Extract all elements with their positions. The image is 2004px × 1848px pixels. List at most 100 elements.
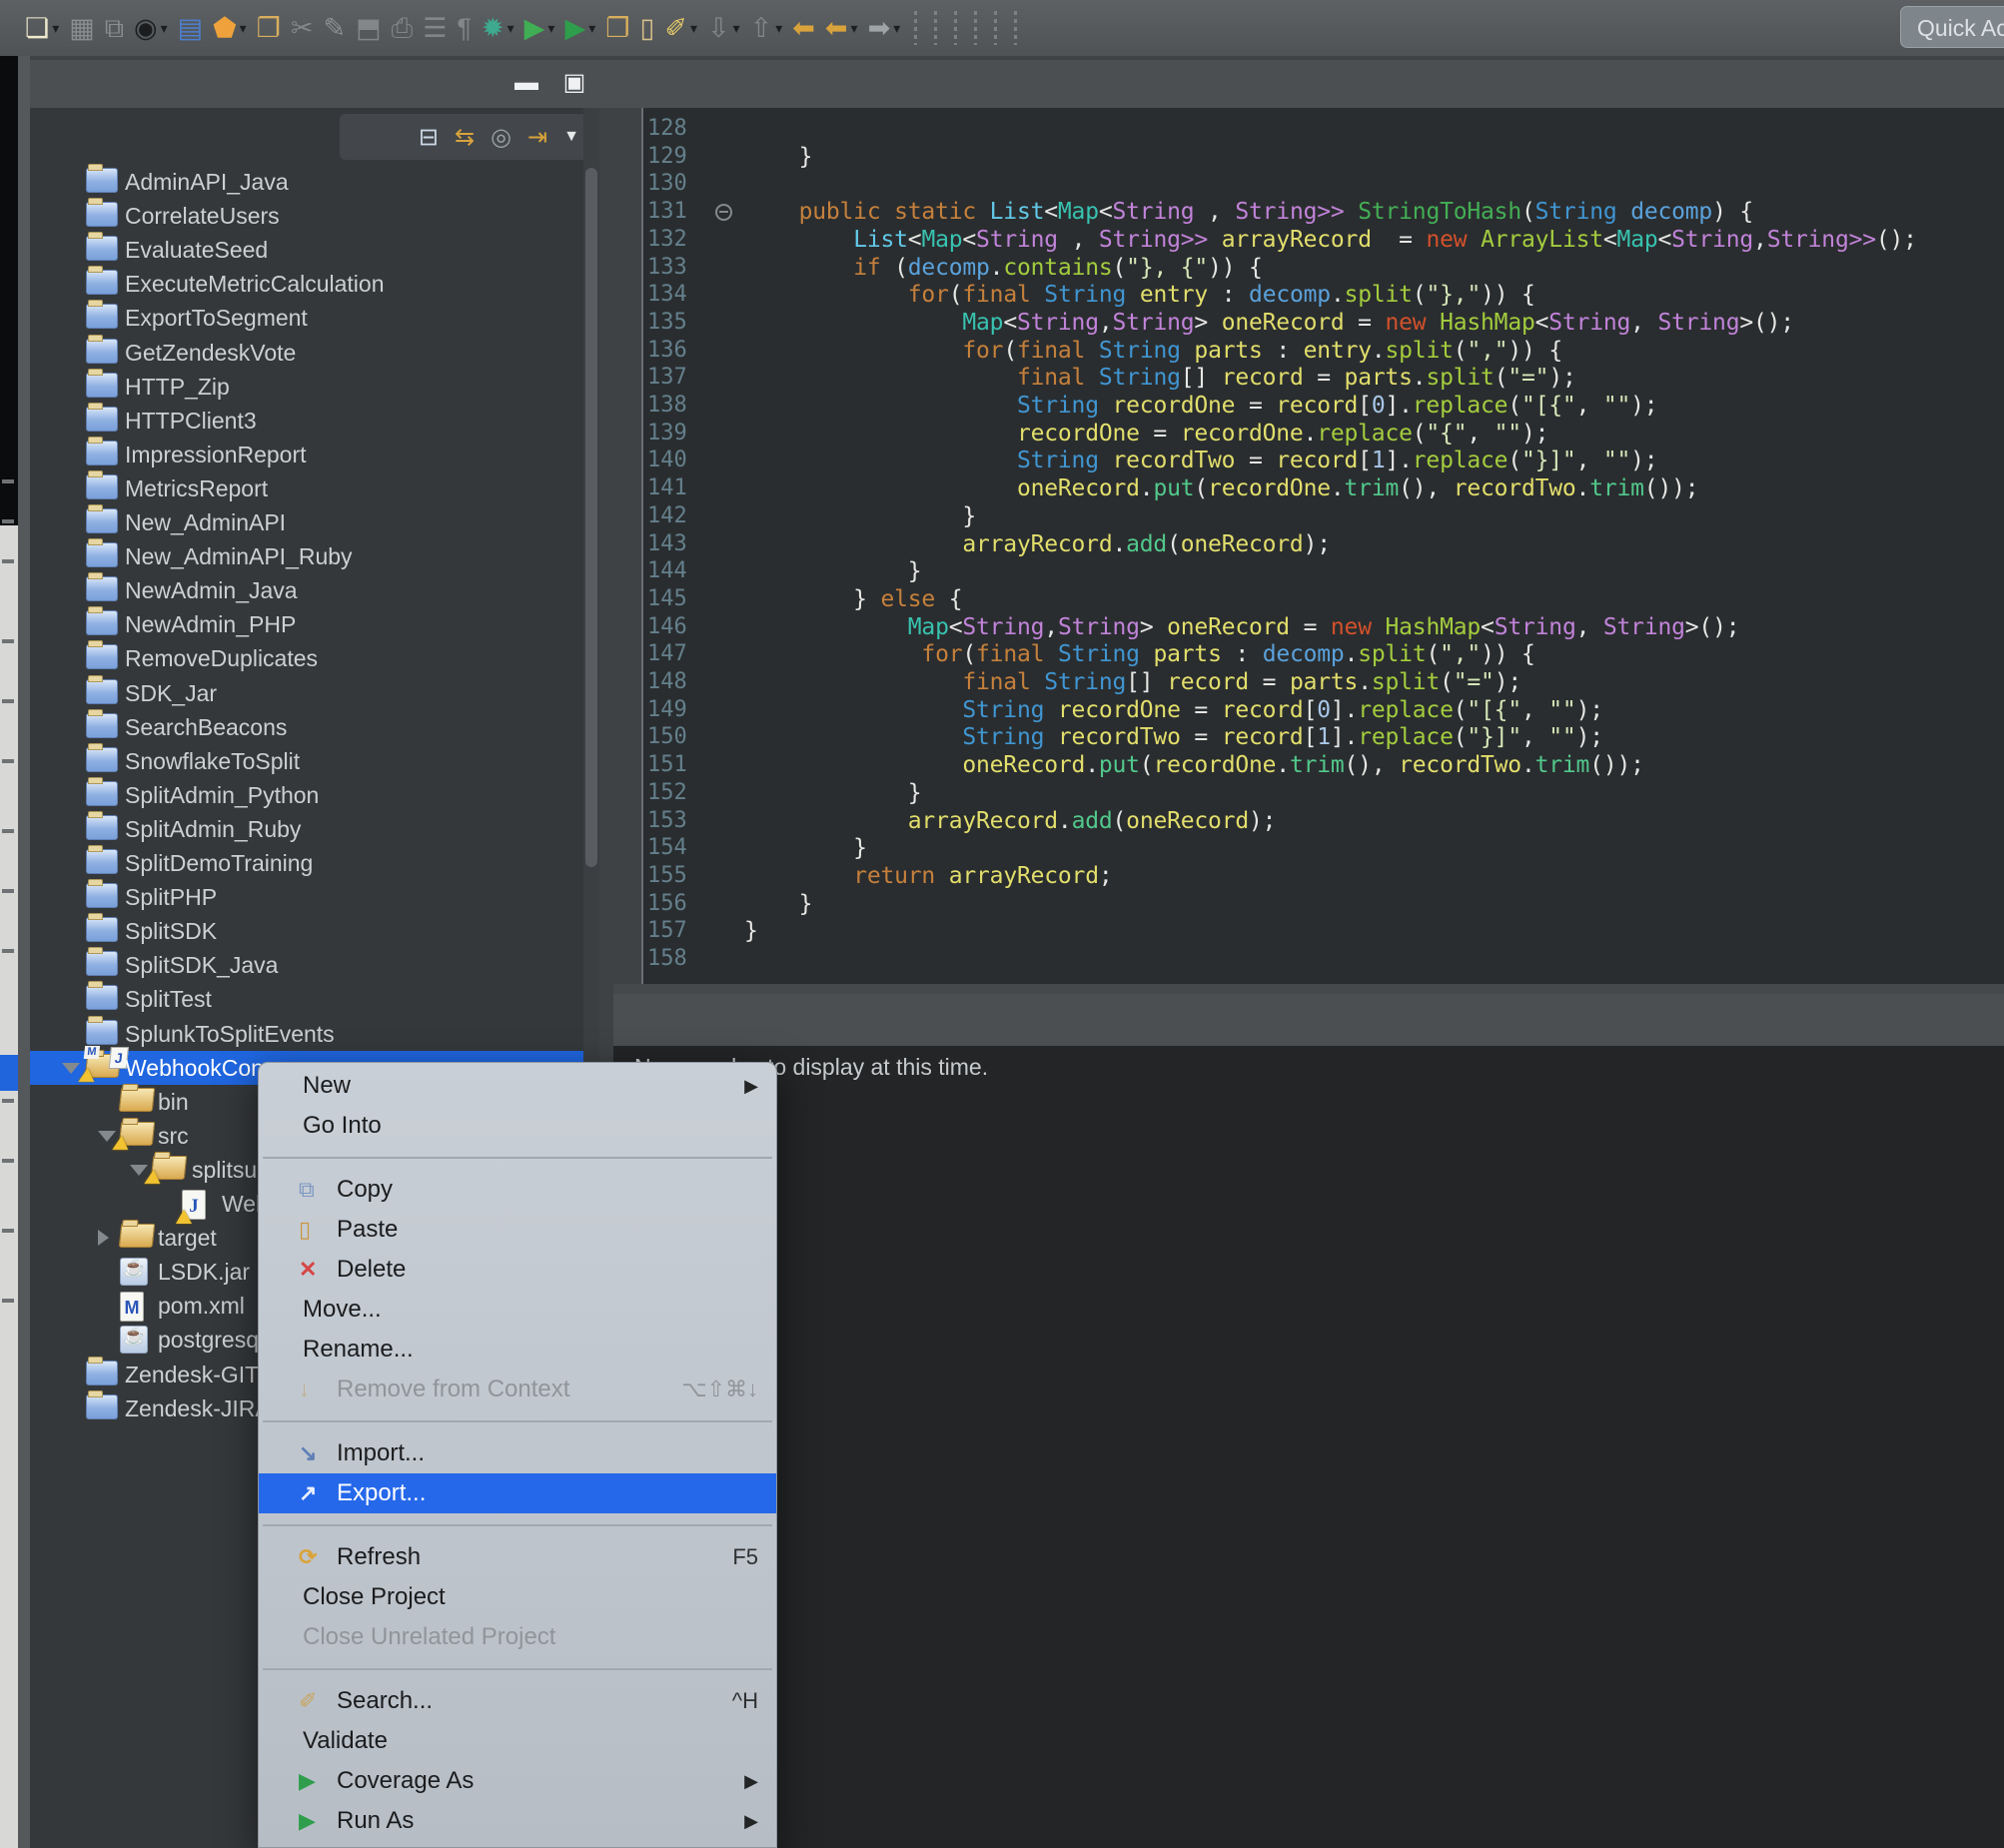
menu-item-run-as[interactable]: ▶Run As▶ xyxy=(259,1801,776,1841)
menu-item-go-into[interactable]: Go Into xyxy=(259,1106,776,1146)
run-icon[interactable]: ▶▾ xyxy=(524,8,555,48)
tree-item-adminapi-java[interactable]: AdminAPI_Java xyxy=(30,165,599,199)
tree-item-splitadmin-ruby[interactable]: SplitAdmin_Ruby xyxy=(30,812,599,846)
tree-item-correlateusers[interactable]: CorrelateUsers xyxy=(30,199,599,233)
collapse-arrow-icon[interactable] xyxy=(62,1063,80,1074)
tree-item-newadmin-php[interactable]: NewAdmin_PHP xyxy=(30,607,599,641)
menu-item-close-project[interactable]: Close Project xyxy=(259,1577,776,1617)
menu-item-paste[interactable]: ▯Paste xyxy=(259,1210,776,1250)
menu-item-copy[interactable]: ⧉Copy xyxy=(259,1170,776,1210)
tree-item-exporttosegment[interactable]: ExportToSegment xyxy=(30,301,599,335)
code-line-141: oneRecord.put(recordOne.trim(), recordTw… xyxy=(744,475,1698,501)
closed-project-folder-icon xyxy=(86,1020,118,1045)
maximize-icon[interactable]: ▣ xyxy=(561,72,587,96)
view-menu-icon[interactable]: ▼ xyxy=(563,128,579,146)
last-edit-location-icon[interactable]: ⬅ xyxy=(792,8,815,48)
previous-annotation-dropdown-icon[interactable]: ▾ xyxy=(775,20,782,37)
background-text-fragment xyxy=(2,1229,14,1233)
new-wizard-dropdown-icon[interactable]: ▾ xyxy=(52,20,59,37)
tree-item-new-adminapi-ruby[interactable]: New_AdminAPI_Ruby xyxy=(30,539,599,573)
expand-arrow-icon[interactable] xyxy=(98,1230,109,1246)
tree-item-sdk-jar[interactable]: SDK_Jar xyxy=(30,676,599,710)
code-editor[interactable]: 1281291301311321331341351361371381391401… xyxy=(613,108,2004,984)
tree-item-label: ExportToSegment xyxy=(125,305,308,332)
menu-item-validate[interactable]: Validate xyxy=(259,1721,776,1761)
back-history-icon[interactable]: ⬅▾ xyxy=(825,8,858,48)
tree-item-label: EvaluateSeed xyxy=(125,237,268,264)
tree-item-impressionreport[interactable]: ImpressionReport xyxy=(30,438,599,471)
forward-history-dropdown-icon[interactable]: ▾ xyxy=(893,20,900,37)
tree-item-label: HTTP_Zip xyxy=(125,374,230,401)
tree-item-removeduplicates[interactable]: RemoveDuplicates xyxy=(30,641,599,675)
line-number: 150 xyxy=(647,724,717,749)
tree-item-label: New_AdminAPI_Ruby xyxy=(125,543,353,570)
tree-item-splitsdk-java[interactable]: SplitSDK_Java xyxy=(30,948,599,982)
menu-item-rename[interactable]: Rename... xyxy=(259,1330,776,1370)
tree-item-getzendeskvote[interactable]: GetZendeskVote xyxy=(30,336,599,370)
debug-dropdown-icon[interactable]: ▾ xyxy=(507,20,514,37)
tree-item-searchbeacons[interactable]: SearchBeacons xyxy=(30,710,599,744)
tree-item-splitsdk[interactable]: SplitSDK xyxy=(30,914,599,948)
tree-item-splittest[interactable]: SplitTest xyxy=(30,982,599,1016)
menu-item-export[interactable]: ↗Export... xyxy=(259,1473,776,1513)
coverage-icon[interactable]: ▶▾ xyxy=(564,8,595,48)
menu-item-label: Import... xyxy=(337,1439,425,1467)
tree-item-splunktosplitevents[interactable]: SplunkToSplitEvents xyxy=(30,1017,599,1051)
tree-item-splitdemotraining[interactable]: SplitDemoTraining xyxy=(30,846,599,880)
mylyn-task-icon[interactable]: ⬟▾ xyxy=(213,8,247,48)
tree-item-httpclient3[interactable]: HTTPClient3 xyxy=(30,404,599,438)
minimize-icon[interactable]: ▬ xyxy=(513,72,539,96)
focus-task-icon[interactable]: ◎ xyxy=(491,123,511,152)
tree-item-label: NewAdmin_PHP xyxy=(125,611,296,638)
highlighter-icon[interactable]: ✐▾ xyxy=(664,8,697,48)
run-config-folder-icon[interactable]: ❐ xyxy=(257,8,281,48)
menu-item-coverage-as[interactable]: ▶Coverage As▶ xyxy=(259,1761,776,1801)
java-file-icon xyxy=(182,1190,206,1220)
fold-collapse-icon[interactable] xyxy=(715,204,732,221)
code-line-148: final String[] record = parts.split("=")… xyxy=(744,669,1521,695)
run-dropdown-icon[interactable]: ▾ xyxy=(547,20,554,37)
submenu-arrow-icon: ▶ xyxy=(744,1771,758,1792)
mylyn-task-dropdown-icon[interactable]: ▾ xyxy=(240,20,247,37)
link-with-editor-icon[interactable]: ⇆ xyxy=(455,123,475,152)
next-annotation-dropdown-icon[interactable]: ▾ xyxy=(733,20,740,37)
tree-item-snowflaketosplit[interactable]: SnowflakeToSplit xyxy=(30,744,599,778)
menu-item-new[interactable]: New▶ xyxy=(259,1066,776,1106)
quick-access-field[interactable]: Quick Ac xyxy=(1900,6,2004,48)
tree-item-http-zip[interactable]: HTTP_Zip xyxy=(30,370,599,404)
editor-console-sash[interactable] xyxy=(613,984,2004,994)
menu-item-move[interactable]: Move... xyxy=(259,1290,776,1330)
coverage-dropdown-icon[interactable]: ▾ xyxy=(588,20,595,37)
line-number: 142 xyxy=(647,503,717,528)
user-profile-dropdown-icon[interactable]: ▾ xyxy=(161,20,168,37)
customize-view-icon[interactable]: ⇥ xyxy=(527,123,547,152)
user-profile-icon[interactable]: ◉▾ xyxy=(134,8,168,48)
tree-item-splitphp[interactable]: SplitPHP xyxy=(30,880,599,914)
eclipse-window: ❏▾▦⧉◉▾▤⬟▾❐✂✎⬒⎙☰¶✹▾▶▾▶▾❐▯✐▾⇩▾⇧▾⬅⬅▾➡▾Quick… xyxy=(0,0,2004,1848)
menu-item-delete[interactable]: ✕Delete xyxy=(259,1250,776,1290)
highlighter-dropdown-icon[interactable]: ▾ xyxy=(690,20,697,37)
forward-history-icon[interactable]: ➡▾ xyxy=(868,8,901,48)
tree-item-metricsreport[interactable]: MetricsReport xyxy=(30,471,599,505)
collapse-all-icon[interactable]: ⊟ xyxy=(419,123,439,152)
line-number: 149 xyxy=(647,697,717,722)
back-history-dropdown-icon[interactable]: ▾ xyxy=(851,20,858,37)
tree-item-label: SDK_Jar xyxy=(125,680,217,707)
tree-item-evaluateseed[interactable]: EvaluateSeed xyxy=(30,233,599,267)
jar-file-icon xyxy=(120,1326,148,1354)
new-wizard-icon[interactable]: ❏▾ xyxy=(25,8,59,48)
menu-item-search[interactable]: ✐Search...^H xyxy=(259,1681,776,1721)
debug-icon[interactable]: ✹▾ xyxy=(482,8,514,48)
tree-item-new-adminapi[interactable]: New_AdminAPI xyxy=(30,505,599,539)
tree-item-label: New_AdminAPI xyxy=(125,509,286,536)
tree-item-splitadmin-python[interactable]: SplitAdmin_Python xyxy=(30,778,599,812)
menu-item-import[interactable]: ↘Import... xyxy=(259,1433,776,1473)
tree-item-executemetriccalculation[interactable]: ExecuteMetricCalculation xyxy=(30,267,599,301)
tree-item-newadmin-java[interactable]: NewAdmin_Java xyxy=(30,573,599,607)
code-line-136: for(final String parts : entry.split(","… xyxy=(744,338,1562,364)
code-line-145: } else { xyxy=(744,586,962,612)
menu-item-refresh[interactable]: ⟳RefreshF5 xyxy=(259,1537,776,1577)
open-type-icon[interactable]: ❐ xyxy=(605,8,629,48)
remote-systems-icon[interactable]: ▤ xyxy=(178,8,204,48)
clipboard-icon[interactable]: ▯ xyxy=(639,8,654,48)
